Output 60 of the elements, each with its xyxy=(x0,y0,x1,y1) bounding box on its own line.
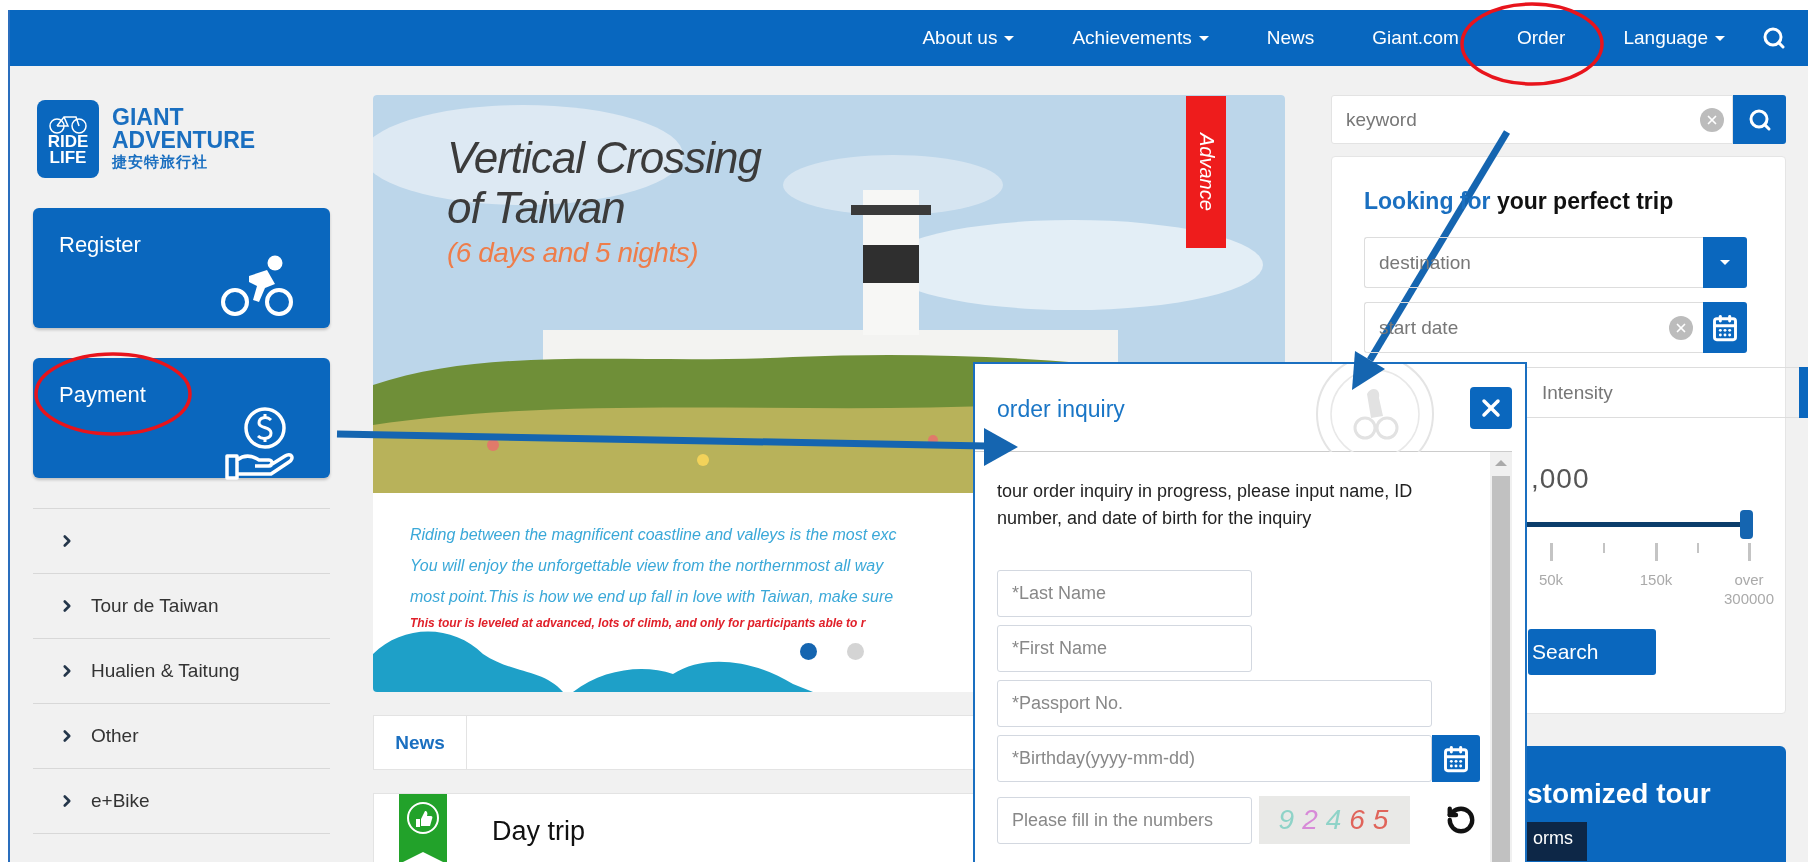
search-icon xyxy=(1762,26,1786,50)
dialog-title: order inquiry xyxy=(997,396,1125,423)
bicycle-icon xyxy=(48,113,88,134)
logo-text: GIANT xyxy=(112,106,185,130)
price-value: ,000 xyxy=(1531,463,1591,495)
sidebar-item[interactable]: Hualien & Taitung xyxy=(33,638,330,703)
captcha-field[interactable]: Please fill in the numbers xyxy=(997,796,1252,844)
close-button[interactable] xyxy=(1470,386,1512,429)
sidebar-item[interactable]: Tour de Taiwan xyxy=(33,573,330,638)
banner-description: Riding between the magnificent coastline and valleys is the most exc xyxy=(410,525,897,545)
nav-link[interactable]: Language xyxy=(1594,27,1754,49)
calendar-icon xyxy=(1442,744,1470,773)
sidebar-item[interactable]: e+Bike xyxy=(33,768,330,833)
keyword-input[interactable]: keyword xyxy=(1344,96,1700,143)
text-field[interactable]: *Last Name xyxy=(997,570,1252,617)
logo-text: RIDE xyxy=(47,133,89,150)
level-ribbon: Advance xyxy=(1186,96,1226,248)
action-card[interactable]: Register xyxy=(33,208,330,328)
calendar-icon xyxy=(1711,313,1739,342)
custom-tour-title: stomized tour xyxy=(1527,778,1711,810)
keyword-field[interactable]: keyword xyxy=(1331,95,1733,144)
news-tab[interactable]: News xyxy=(374,716,467,769)
tick-label: 150k xyxy=(1639,571,1673,590)
search-button[interactable] xyxy=(1733,95,1786,144)
intensity-input[interactable]: Intensity xyxy=(1540,368,1789,417)
tick-label: 50k xyxy=(1538,571,1564,590)
banner-subtitle: (6 days and 5 nights) xyxy=(447,237,698,269)
slide-dot[interactable] xyxy=(800,643,817,660)
nav-link[interactable]: News xyxy=(1237,27,1344,49)
date-field[interactable]: *Birthday(yyyy-mm-dd) xyxy=(997,735,1432,782)
search-button[interactable]: Search xyxy=(1528,628,1656,675)
forms-button[interactable]: orms xyxy=(1527,822,1587,861)
nav-link[interactable]: About us xyxy=(893,27,1044,49)
search-icon xyxy=(1747,107,1772,132)
feature-title: Day trip xyxy=(492,816,586,847)
banner-title: of Taiwan xyxy=(447,183,625,233)
text-field[interactable]: *Passport No. xyxy=(997,680,1432,727)
calendar-button[interactable] xyxy=(1432,735,1480,782)
nav-link[interactable]: Achievements xyxy=(1043,27,1238,49)
sidebar-item[interactable]: Other xyxy=(33,703,330,768)
dialog-message: tour order inquiry in progress, please input name, ID number, and date of birth for the inquiry xyxy=(997,480,1414,530)
logo-text: LIFE xyxy=(49,150,87,167)
coin-hand-icon xyxy=(223,404,295,480)
scrollbar[interactable] xyxy=(1490,452,1512,862)
banner-title: Vertical Crossing xyxy=(447,133,761,183)
tick-label: over 300000 xyxy=(1722,571,1776,609)
slider-handle[interactable] xyxy=(1740,509,1753,539)
calendar-button[interactable] xyxy=(1703,302,1747,353)
banner-description: You will enjoy the unforgettable view from the northernmost all way xyxy=(410,556,884,576)
banner-description: most point.This is how we end up fall in love with Taiwan, make sure xyxy=(410,587,894,607)
caret-icon xyxy=(1720,260,1730,265)
banner-warning: This tour is leveled at advanced, lots of climb, and only for participants able to r xyxy=(410,615,866,632)
cyclist-icon xyxy=(219,254,295,318)
nav-link[interactable]: Giant.com xyxy=(1343,27,1488,49)
logo-text: ADVENTURE xyxy=(112,129,256,153)
logo-text: 捷安特旅行社 xyxy=(112,152,209,172)
slide-dot[interactable] xyxy=(847,643,864,660)
text-field[interactable]: *First Name xyxy=(997,625,1252,672)
nav-link[interactable]: Order xyxy=(1487,27,1595,49)
action-card[interactable]: Payment xyxy=(33,358,330,478)
